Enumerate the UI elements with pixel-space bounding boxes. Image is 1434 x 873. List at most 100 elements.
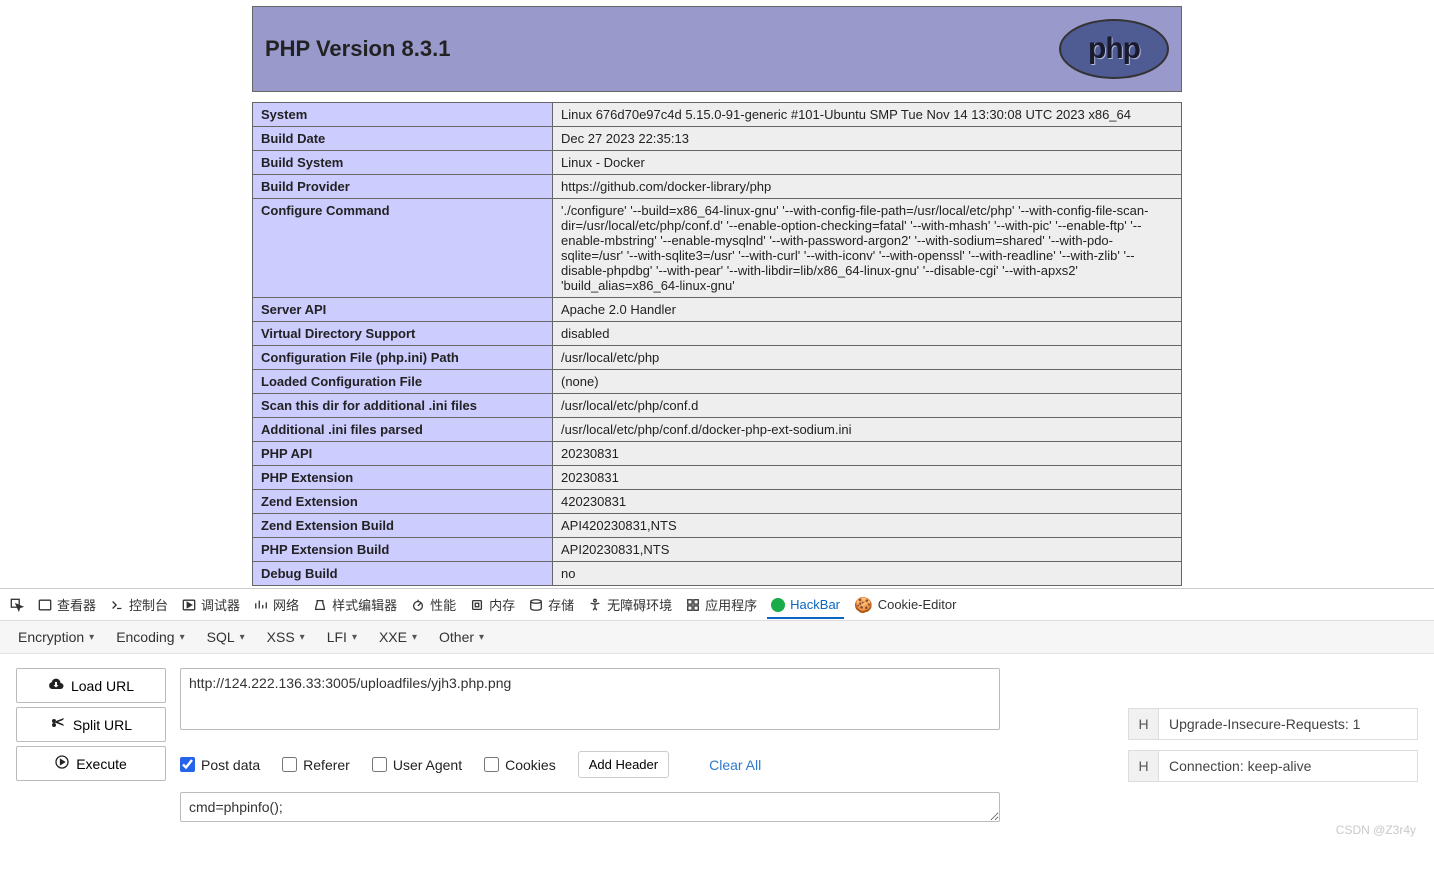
tab-pick-element[interactable] xyxy=(10,598,24,612)
debugger-icon xyxy=(182,598,196,612)
url-input[interactable] xyxy=(180,668,1000,730)
phpinfo-row-value: /usr/local/etc/php/conf.d/docker-php-ext… xyxy=(553,418,1182,442)
hackbar-left-buttons: Load URL Split URL Execute xyxy=(16,668,166,825)
phpinfo-row-label: System xyxy=(253,103,553,127)
caret-icon: ▾ xyxy=(300,632,305,643)
table-row: Server APIApache 2.0 Handler xyxy=(253,298,1182,322)
opt-cookies[interactable]: Cookies xyxy=(484,757,556,773)
storage-icon xyxy=(529,598,543,612)
table-row: Virtual Directory Supportdisabled xyxy=(253,322,1182,346)
dd-xxe[interactable]: XXE▾ xyxy=(379,629,417,645)
header-row[interactable]: HConnection: keep-alive xyxy=(1128,750,1418,782)
phpinfo-row-label: PHP Extension xyxy=(253,466,553,490)
user-agent-checkbox[interactable] xyxy=(372,757,387,772)
phpinfo-row-value: disabled xyxy=(553,322,1182,346)
tab-performance[interactable]: 性能 xyxy=(411,595,456,614)
tab-console[interactable]: 控制台 xyxy=(110,595,168,614)
phpinfo-title: PHP Version 8.3.1 xyxy=(265,36,450,62)
caret-icon: ▾ xyxy=(412,632,417,643)
tab-hackbar[interactable]: HackBar xyxy=(771,597,840,612)
header-key-badge: H xyxy=(1129,751,1159,781)
phpinfo-row-value: https://github.com/docker-library/php xyxy=(553,175,1182,199)
table-row: PHP API20230831 xyxy=(253,442,1182,466)
clear-all-link[interactable]: Clear All xyxy=(709,757,761,773)
phpinfo-row-label: Zend Extension Build xyxy=(253,514,553,538)
dd-xss[interactable]: XSS▾ xyxy=(267,629,305,645)
console-icon xyxy=(110,598,124,612)
table-row: Configure Command'./configure' '--build=… xyxy=(253,199,1182,298)
tab-network[interactable]: 网络 xyxy=(254,595,299,614)
cookies-checkbox[interactable] xyxy=(484,757,499,772)
phpinfo-row-value: API420230831,NTS xyxy=(553,514,1182,538)
tab-cookie-editor[interactable]: 🍪 Cookie-Editor xyxy=(854,596,956,614)
hackbar-icon xyxy=(771,598,785,612)
dd-other[interactable]: Other▾ xyxy=(439,629,484,645)
phpinfo-row-value: Linux - Docker xyxy=(553,151,1182,175)
split-url-button[interactable]: Split URL xyxy=(16,707,166,742)
devtools-tabs: 查看器 控制台 调试器 网络 样式编辑器 性能 内存 存储 xyxy=(0,589,1434,621)
dd-lfi[interactable]: LFI▾ xyxy=(327,629,357,645)
dd-encoding[interactable]: Encoding▾ xyxy=(116,629,184,645)
phpinfo-row-value: './configure' '--build=x86_64-linux-gnu'… xyxy=(553,199,1182,298)
tab-style[interactable]: 样式编辑器 xyxy=(313,595,397,614)
phpinfo-row-label: Build System xyxy=(253,151,553,175)
memory-icon xyxy=(470,598,484,612)
hackbar-options-row: Post data Referer User Agent Cookies Add… xyxy=(180,751,1114,778)
scissors-icon xyxy=(50,716,66,733)
table-row: Loaded Configuration File(none) xyxy=(253,370,1182,394)
caret-icon: ▾ xyxy=(180,632,185,643)
phpinfo-row-label: Build Date xyxy=(253,127,553,151)
referer-checkbox[interactable] xyxy=(282,757,297,772)
phpinfo-row-label: Build Provider xyxy=(253,175,553,199)
style-icon xyxy=(313,598,327,612)
phpinfo-row-value: 20230831 xyxy=(553,442,1182,466)
phpinfo-row-value: no xyxy=(553,562,1182,586)
dd-sql[interactable]: SQL▾ xyxy=(207,629,245,645)
opt-user-agent[interactable]: User Agent xyxy=(372,757,462,773)
table-row: Additional .ini files parsed/usr/local/e… xyxy=(253,418,1182,442)
caret-icon: ▾ xyxy=(89,632,94,643)
tab-debugger[interactable]: 调试器 xyxy=(182,595,240,614)
execute-button[interactable]: Execute xyxy=(16,746,166,781)
post-data-checkbox[interactable] xyxy=(180,757,195,772)
tab-storage[interactable]: 存储 xyxy=(529,595,574,614)
phpinfo-row-value: 20230831 xyxy=(553,466,1182,490)
cookie-icon: 🍪 xyxy=(854,596,873,614)
header-key-badge: H xyxy=(1129,709,1159,739)
tab-accessibility[interactable]: 无障碍环境 xyxy=(588,595,672,614)
opt-referer[interactable]: Referer xyxy=(282,757,350,773)
phpinfo-row-label: Loaded Configuration File xyxy=(253,370,553,394)
tab-memory[interactable]: 内存 xyxy=(470,595,515,614)
table-row: Build Providerhttps://github.com/docker-… xyxy=(253,175,1182,199)
phpinfo-row-label: Configuration File (php.ini) Path xyxy=(253,346,553,370)
opt-post-data[interactable]: Post data xyxy=(180,757,260,773)
table-row: Zend Extension420230831 xyxy=(253,490,1182,514)
tab-application[interactable]: 应用程序 xyxy=(686,595,757,614)
dd-encryption[interactable]: Encryption▾ xyxy=(18,629,94,645)
phpinfo-row-value: Linux 676d70e97c4d 5.15.0-91-generic #10… xyxy=(553,103,1182,127)
phpinfo-row-label: PHP API xyxy=(253,442,553,466)
phpinfo-row-label: Additional .ini files parsed xyxy=(253,418,553,442)
performance-icon xyxy=(411,598,425,612)
table-row: Configuration File (php.ini) Path/usr/lo… xyxy=(253,346,1182,370)
phpinfo-row-label: Server API xyxy=(253,298,553,322)
header-text: Connection: keep-alive xyxy=(1159,751,1417,781)
phpinfo-row-label: Scan this dir for additional .ini files xyxy=(253,394,553,418)
load-url-button[interactable]: Load URL xyxy=(16,668,166,703)
accessibility-icon xyxy=(588,598,602,612)
phpinfo-row-label: Configure Command xyxy=(253,199,553,298)
add-header-button[interactable]: Add Header xyxy=(578,751,669,778)
application-icon xyxy=(686,598,700,612)
network-icon xyxy=(254,598,268,612)
hackbar-dropdown-bar: Encryption▾ Encoding▾ SQL▾ XSS▾ LFI▾ XXE… xyxy=(0,621,1434,654)
table-row: Build SystemLinux - Docker xyxy=(253,151,1182,175)
hackbar-center: Post data Referer User Agent Cookies Add… xyxy=(180,668,1114,825)
table-row: PHP Extension20230831 xyxy=(253,466,1182,490)
caret-icon: ▾ xyxy=(240,632,245,643)
header-row[interactable]: HUpgrade-Insecure-Requests: 1 xyxy=(1128,708,1418,740)
tab-inspector[interactable]: 查看器 xyxy=(38,595,96,614)
phpinfo-row-value: /usr/local/etc/php/conf.d xyxy=(553,394,1182,418)
inspector-icon xyxy=(38,598,52,612)
post-body-input[interactable] xyxy=(180,792,1000,822)
hackbar-headers: HUpgrade-Insecure-Requests: 1HConnection… xyxy=(1128,668,1418,825)
